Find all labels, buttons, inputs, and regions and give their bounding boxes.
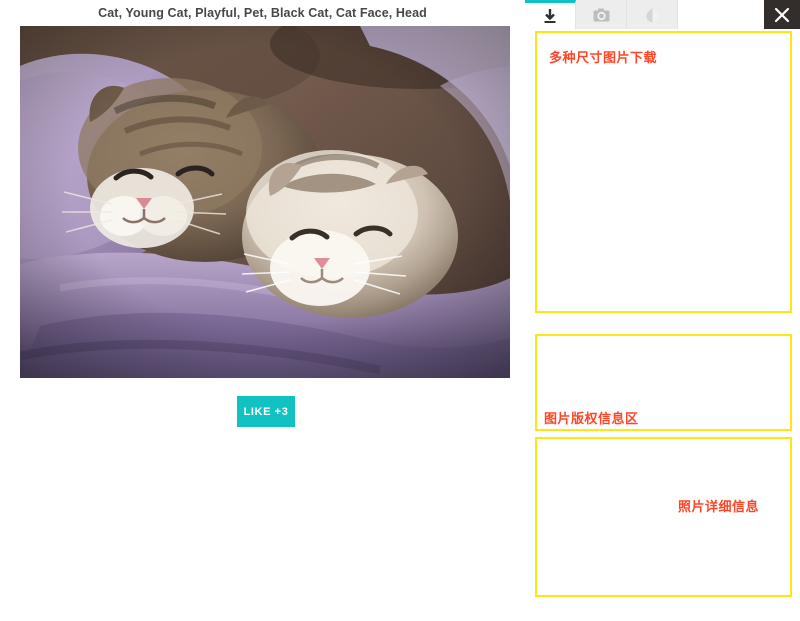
like-button[interactable]: LIKE +3 — [237, 396, 295, 427]
annotation-label-download: 多种尺寸图片下载 — [549, 50, 658, 65]
photo-image — [20, 26, 510, 378]
annotation-label-license: 图片版权信息区 — [544, 411, 639, 426]
contrast-icon — [645, 7, 660, 22]
download-tab[interactable] — [525, 0, 576, 29]
tabbar — [525, 0, 800, 29]
camera-icon — [593, 8, 610, 22]
close-icon[interactable] — [764, 0, 800, 29]
download-icon — [543, 8, 557, 24]
annotation-label-details: 照片详细信息 — [678, 499, 760, 514]
page-root: Cat, Young Cat, Playful, Pet, Black Cat,… — [0, 0, 800, 599]
camera-tab[interactable] — [576, 0, 627, 29]
annotation-box-details — [535, 437, 792, 597]
photo-pane: Cat, Young Cat, Playful, Pet, Black Cat,… — [0, 0, 525, 599]
tabbar-spacer — [678, 0, 764, 29]
page-title: Cat, Young Cat, Playful, Pet, Black Cat,… — [98, 6, 427, 20]
sidebar-pane: DOWNLOAD FOR FREE Download size 280 x 20… — [525, 0, 800, 599]
adjust-tab[interactable] — [627, 0, 678, 29]
annotation-box-download — [535, 31, 792, 313]
